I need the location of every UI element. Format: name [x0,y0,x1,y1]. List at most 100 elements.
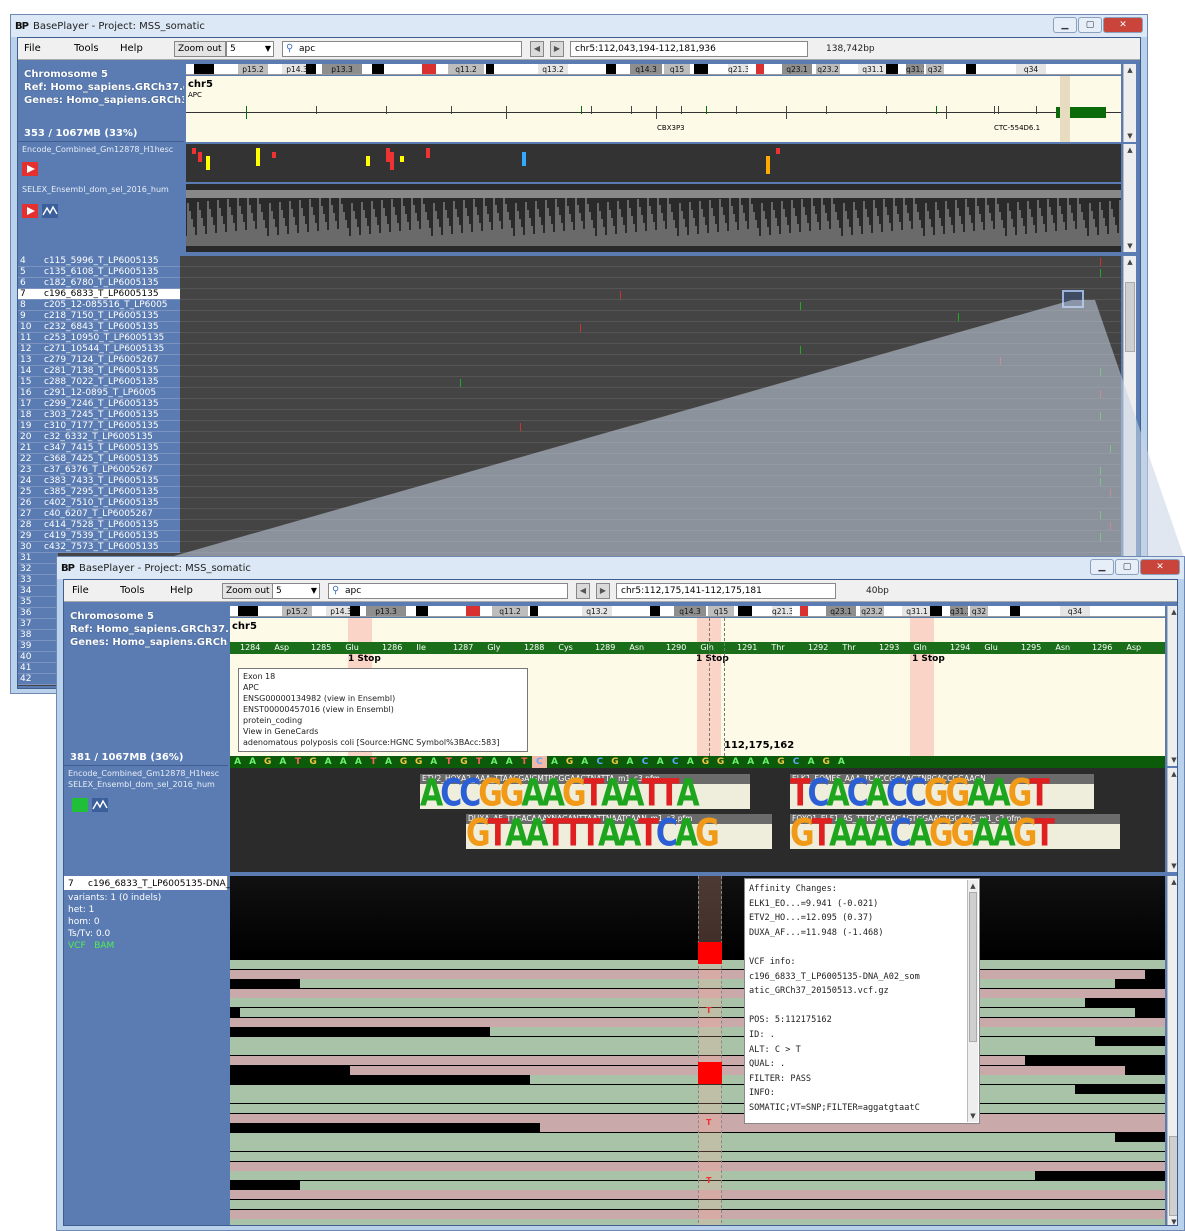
codon[interactable]: 1286 Ile [382,642,426,654]
codon[interactable]: 1285 Glu [311,642,359,654]
zoom-level-value-2: 5 [276,586,282,596]
codon[interactable]: 1287 Gly [453,642,501,654]
chromosome-band[interactable]: q34 [1060,606,1090,616]
sequence-read[interactable] [230,1171,1035,1181]
reference-base: G [611,757,619,767]
menu-help-2[interactable]: Help [170,583,193,599]
zoom-level-select-2[interactable]: 5 ▼ [272,583,320,599]
reference-base: A [339,757,347,767]
reference-base: A [354,757,362,767]
affinity-scrollbar[interactable]: ▲ ▼ [967,880,978,1122]
reference-base: G [822,757,830,767]
codon[interactable]: 1296 Asp [1092,642,1141,654]
zoom-out-button-2[interactable]: Zoom out [222,583,274,599]
codon[interactable]: 1288 Cys [524,642,573,654]
motif-logo[interactable]: DUXA_AF_TTGACAAAYNAGANTTAATTNAATCAAN_m1_… [466,814,772,849]
sequence-read[interactable] [300,1180,1165,1190]
minimize-button-2[interactable]: ▁ [1090,559,1114,575]
motif-logo[interactable]: ELK1_EOMES_AAA_TCACCGGAAGTNRCACCGGAAGN T C… [790,774,1094,809]
reference-base: A [686,757,694,767]
motif-logo[interactable]: ETV2_HOXA2_AAA_TTAACGAIGMTRCGGAAGTNATTA_… [420,774,750,809]
tooltip-line: DUXA_AF...=11.948 (-1.468) [749,927,884,938]
amino-acid: Gln [700,643,714,652]
codon-number: 1295 [1021,643,1042,652]
play-icon[interactable] [72,798,88,812]
chevron-down-icon: ▼ [310,586,317,595]
vcf-toggle[interactable]: VCF BAM [68,940,114,952]
popup-link[interactable]: ENSG00000134982 (view in Ensembl) [243,693,523,704]
bam-label[interactable]: BAM [94,941,114,951]
bam-view[interactable]: T T T [230,876,1165,1225]
position-line [709,618,710,766]
forward-button-2[interactable]: ▶ [596,583,610,599]
sequence-read[interactable] [230,1132,1115,1142]
reference-base: A [385,757,392,767]
codon-number: 1293 [879,643,900,652]
maximize-button-2[interactable]: ▢ [1115,559,1139,575]
search-icon: ⚲ [332,585,340,596]
tstv-ratio: Ts/Tv: 0.0 [68,929,111,939]
chromosome-band[interactable]: q23.2 [860,606,884,616]
chromosome-band[interactable]: q11.2 [492,606,528,616]
reference-base: A [656,757,664,767]
codon-number: 1290 [666,643,687,652]
sequence-read[interactable] [240,1008,1135,1017]
chromosome-band-mark [1010,606,1020,616]
codon[interactable]: 1289 Asn [595,642,644,654]
search-input-2[interactable]: ⚲ apc [328,583,568,599]
location-field-2[interactable]: chr5:112,175,141-112,175,181 [616,583,836,599]
chromosome-band[interactable]: q31.3 [950,606,968,616]
codon[interactable]: 1293 Gln [879,642,927,654]
sequence-read[interactable] [540,1123,1165,1133]
toolbar-2: File Tools Help Zoom out 5 ▼ ⚲ apc ◀ ▶ chr… [64,580,1177,602]
motif-logo[interactable]: FOXO1_ELF1_AS_TTTCACGAGAGTGGAAGTGCAAG_m1… [790,814,1120,849]
reference-base: A [807,757,815,767]
menu-file-2[interactable]: File [72,583,89,599]
affinity-tooltip[interactable]: Affinity Changes: ELK1_EO...=9.941 (-0.02… [744,878,980,1124]
variant-call[interactable] [698,942,722,964]
popup-link[interactable]: ENST00000457016 (view in Ensembl) [243,704,523,715]
sequence-read[interactable] [350,1065,1125,1075]
app-logo-icon: BP [61,562,75,574]
graph-icon[interactable] [92,798,108,812]
track-scrollbar-2[interactable]: ▲ ▼ [1167,768,1177,872]
close-button-2[interactable]: ✕ [1140,559,1180,575]
chromosome-band[interactable]: q32 [970,606,988,616]
codon[interactable]: 1295 Asn [1021,642,1070,654]
motif-track[interactable]: ETV2_HOXA2_AAA_TTAACGAIGMTRCGGAAGTNATTA_… [230,768,1165,872]
codon[interactable]: 1284 Asp [240,642,289,654]
reference-base: A [837,757,845,767]
codon-number: 1294 [950,643,971,652]
back-button-2[interactable]: ◀ [576,583,590,599]
reference-base: A [279,757,287,767]
sequence-read[interactable] [230,969,1145,979]
codon-number: 1291 [737,643,758,652]
popup-link[interactable]: View in GeneCards [243,726,523,737]
codon[interactable]: 1291 Thr [737,642,785,654]
alt-base-label: T [706,1118,712,1127]
chromosome-band[interactable]: p15.2 [282,606,312,616]
chromosome-ideogram-2[interactable]: p15.2 p14.3 p13.3 q11.2 q13.2 q14.3 q15 q21.3 q2… [230,606,1165,617]
chromosome-band[interactable]: q14.3 [674,606,706,616]
codon[interactable]: 1290 Gln [666,642,714,654]
amino-acid: Thr [771,643,785,652]
gene-scrollbar-2[interactable]: ▲ ▼ [1167,606,1177,766]
codon[interactable]: 1292 Thr [808,642,856,654]
menu-tools-2[interactable]: Tools [120,583,145,599]
gene-track-2[interactable]: chr5 1284 Asp 1285 Glu 1286 Ile 1287 Gly 1288 Cys… [230,618,1165,766]
chromosome-band[interactable]: q31.1 [902,606,932,616]
bam-scrollbar[interactable]: ▲ ▼ [1167,876,1177,1225]
codon[interactable]: 1294 Glu [950,642,998,654]
variant-call[interactable] [698,1062,722,1084]
chromosome-band[interactable]: q21.3 [772,606,792,616]
gene-info-popup[interactable]: Exon 18 APC ENSG00000134982 (view in Ensem… [238,668,528,752]
stop-label-3: 1 Stop [912,654,945,664]
reference-base: A [732,757,740,767]
popup-line: protein_coding [243,716,303,725]
chromosome-band[interactable]: q15 [708,606,734,616]
chromosome-band[interactable]: q23.1 [826,606,856,616]
chromosome-band[interactable]: q13.2 [582,606,612,616]
chromosome-band[interactable]: p13.3 [366,606,406,616]
reference-base: G [701,757,710,767]
tooltip-line: POS: 5:112175162 [749,1015,832,1026]
